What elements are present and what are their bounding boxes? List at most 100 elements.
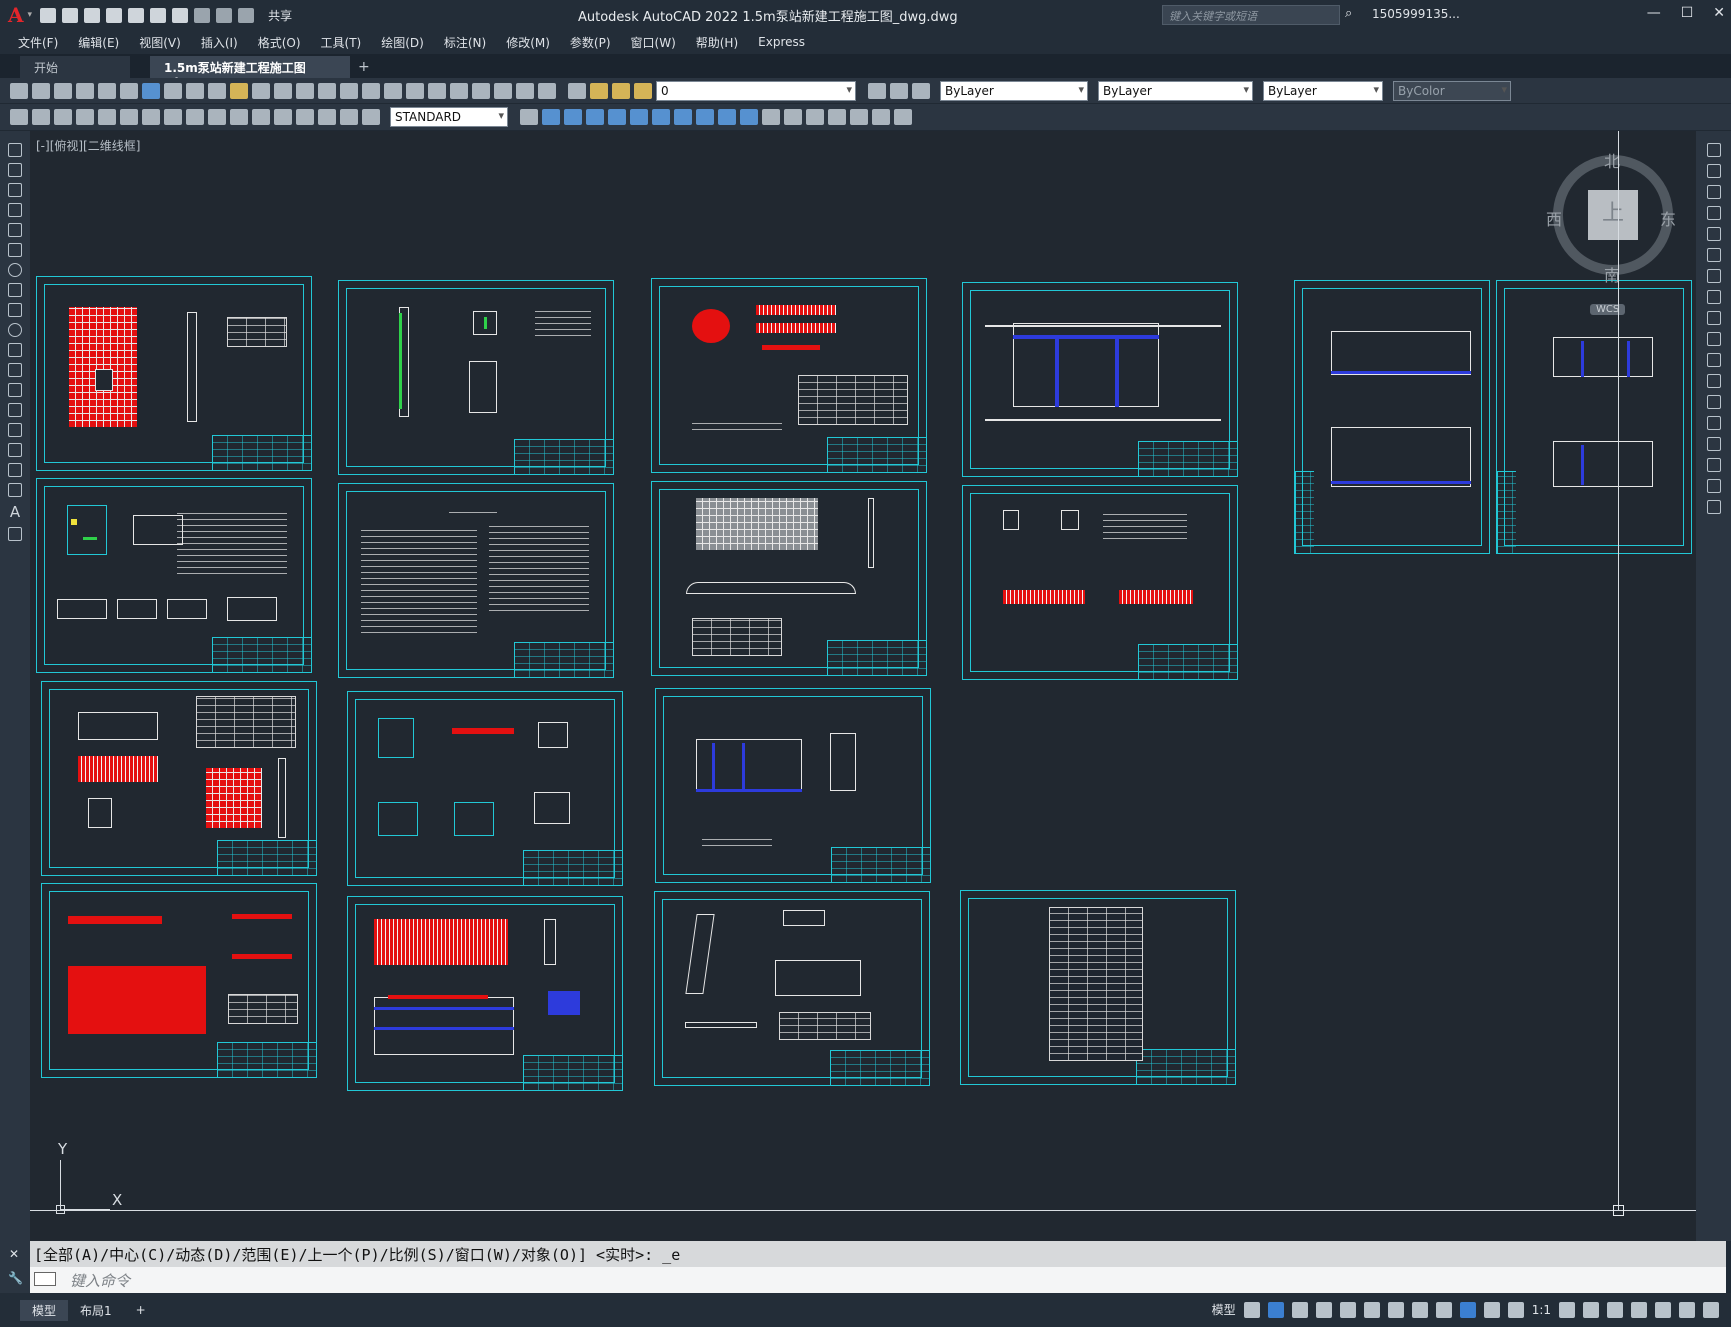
drawing-sheet[interactable] [36, 478, 312, 673]
pan-icon[interactable] [318, 82, 336, 99]
copy-object-icon[interactable] [1706, 164, 1721, 178]
block-editor-icon[interactable] [252, 82, 270, 99]
layer-previous-icon[interactable] [890, 82, 908, 99]
preview-icon[interactable] [98, 82, 116, 99]
table-icon[interactable] [8, 483, 22, 497]
fillet-icon[interactable] [1706, 458, 1721, 472]
tab-drawing[interactable]: 1.5m泵站新建工程施工图_dwg* ✕ [150, 56, 350, 90]
tool-palettes-icon[interactable] [450, 82, 468, 99]
ucs-previous-icon[interactable] [806, 109, 824, 125]
view-nw-icon[interactable] [740, 109, 758, 125]
menu-parametric[interactable]: 参数(P) [560, 34, 621, 51]
isodraft-icon[interactable] [1339, 1301, 1356, 1318]
save-web-icon[interactable] [150, 7, 167, 23]
view-front-icon[interactable] [542, 109, 560, 125]
move-icon[interactable] [1706, 248, 1721, 262]
layer-select[interactable]: 0 [656, 80, 856, 101]
textstyle-select[interactable]: STANDARD [390, 107, 508, 127]
view-left-icon[interactable] [586, 109, 604, 125]
view-bottom-icon[interactable] [652, 109, 670, 125]
join-icon[interactable] [1706, 416, 1721, 430]
color-select[interactable]: ByLayer [940, 80, 1088, 101]
drawing-sheet[interactable] [1294, 280, 1490, 554]
region-icon[interactable] [8, 463, 22, 477]
ucs-face-icon[interactable] [828, 109, 846, 125]
ucs-object-icon[interactable] [850, 109, 868, 125]
drawing-sheet[interactable] [962, 282, 1238, 477]
center-mark-icon[interactable] [296, 109, 314, 125]
quick-properties-icon[interactable] [1631, 1301, 1647, 1318]
grid-icon[interactable] [1243, 1301, 1260, 1318]
qnew-icon[interactable] [10, 82, 28, 99]
view-se-icon[interactable] [696, 109, 714, 125]
quickcalc-icon[interactable] [516, 82, 534, 99]
annotation-visibility-icon[interactable] [1459, 1301, 1476, 1318]
customize-command-icon[interactable]: 🔧 [8, 1271, 23, 1285]
minimize-button[interactable]: — [1647, 5, 1661, 21]
auto-scale-icon[interactable] [1483, 1301, 1500, 1318]
app-menu-chevron-icon[interactable]: ▾ [28, 10, 33, 20]
command-input[interactable]: 键入命令 [30, 1267, 1726, 1293]
undo-tool-icon[interactable] [274, 82, 292, 99]
object-snap-tracking-icon[interactable] [1363, 1301, 1380, 1318]
lineweight-select[interactable]: ByLayer [1263, 80, 1383, 101]
units-icon[interactable] [1607, 1301, 1623, 1318]
close-button[interactable]: ✕ [1713, 5, 1725, 21]
transparency-icon[interactable] [1435, 1301, 1452, 1318]
compass-east[interactable]: 东 [1660, 206, 1676, 230]
blend-curves-icon[interactable] [1706, 479, 1721, 493]
zoom-window-icon[interactable] [362, 82, 380, 99]
drawing-sheet[interactable] [41, 681, 317, 876]
command-line-handle[interactable]: ✕ 🔧 [0, 1241, 30, 1293]
aligned-dim-icon[interactable] [54, 109, 72, 125]
save-icon[interactable] [84, 7, 101, 23]
paste-icon[interactable] [208, 82, 226, 99]
menu-help[interactable]: 帮助(H) [686, 34, 748, 51]
view-top-icon[interactable] [564, 109, 582, 125]
continue-dim-icon[interactable] [252, 109, 270, 125]
menu-window[interactable]: 窗口(W) [621, 34, 686, 51]
wcs-menu[interactable]: WCS [1590, 304, 1626, 315]
menu-edit[interactable]: 编辑(E) [68, 34, 129, 51]
drawing-canvas[interactable]: [-][俯视][二维线框] [30, 131, 1696, 1241]
menu-insert[interactable]: 插入(I) [191, 34, 248, 51]
radius-dim-icon[interactable] [120, 109, 138, 125]
view-back-icon[interactable] [630, 109, 648, 125]
dimstyle-manager-icon[interactable] [520, 109, 538, 125]
menu-tools[interactable]: 工具(T) [311, 34, 372, 51]
snap-icon[interactable] [1267, 1301, 1284, 1318]
print-icon[interactable] [76, 82, 94, 99]
publish-icon[interactable] [120, 82, 138, 99]
diameter-dim-icon[interactable] [164, 109, 182, 125]
circle-icon[interactable] [8, 263, 22, 277]
menu-modify[interactable]: 修改(M) [496, 34, 560, 51]
redo-tool-icon[interactable] [296, 82, 314, 99]
compass-west[interactable]: 西 [1546, 206, 1562, 230]
ucs-world-icon[interactable] [784, 109, 802, 125]
markup-icon[interactable] [494, 82, 512, 99]
linetype-select[interactable]: ByLayer [1098, 80, 1253, 101]
view-sw-icon[interactable] [674, 109, 692, 125]
tolerance-icon[interactable] [274, 109, 292, 125]
tab-start[interactable]: 开始 [20, 56, 130, 78]
model-space-button[interactable]: 模型 [1212, 1301, 1236, 1318]
line-icon[interactable] [8, 143, 22, 157]
multiline-text-icon[interactable]: A [10, 503, 20, 521]
sheet-set-icon[interactable] [472, 82, 490, 99]
maximize-button[interactable]: ☐ [1681, 5, 1694, 21]
open-file-icon[interactable] [32, 82, 50, 99]
array-icon[interactable] [1706, 227, 1721, 241]
chamfer-icon[interactable] [1706, 437, 1721, 451]
save-as-icon[interactable] [106, 7, 123, 23]
hatch-icon[interactable] [8, 423, 22, 437]
help-icon[interactable] [538, 82, 556, 99]
menu-format[interactable]: 格式(O) [248, 34, 311, 51]
menu-file[interactable]: 文件(F) [8, 34, 68, 51]
trim-icon[interactable] [1706, 332, 1721, 346]
dim-update-icon[interactable] [362, 109, 380, 125]
point-icon[interactable] [8, 403, 22, 417]
ucs-origin-icon[interactable] [894, 109, 912, 125]
scale-icon[interactable] [1706, 290, 1721, 304]
arc-length-icon[interactable] [76, 109, 94, 125]
drawing-sheet[interactable] [36, 276, 312, 471]
